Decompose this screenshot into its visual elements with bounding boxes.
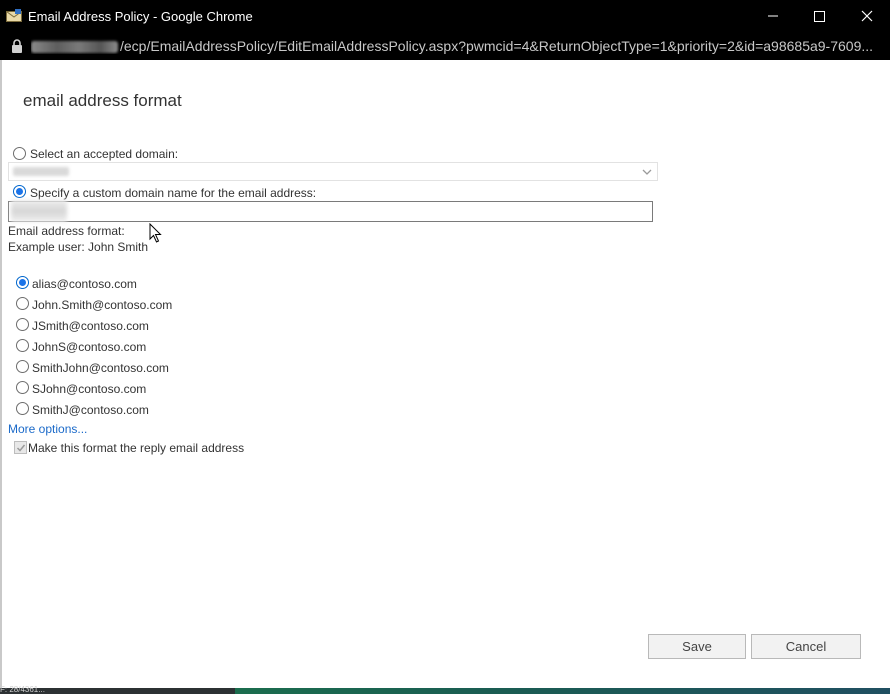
accepted-domain-label: Select an accepted domain: [30,147,179,161]
custom-domain-input[interactable] [8,200,653,222]
url-path: /ecp/EmailAddressPolicy/EditEmailAddress… [120,38,874,54]
format-option-label: SJohn@contoso.com [32,382,147,396]
format-option-label: JSmith@contoso.com [32,319,149,333]
minimize-icon [767,15,778,17]
format-option-label: JohnS@contoso.com [32,340,147,354]
redacted-custom-domain [11,200,67,222]
custom-domain-radio[interactable] [13,185,26,198]
taskbar-strip: F: 28/4361... [0,685,890,694]
format-option-label: John.Smith@contoso.com [32,298,173,312]
dialog-content: email address format Select an accepted … [0,60,890,688]
page-title: email address format [23,91,182,110]
format-radio-first-dot-last[interactable] [16,297,29,310]
cancel-button[interactable]: Cancel [751,634,861,659]
format-label: Email address format: [8,224,125,238]
window-title: Email Address Policy - Google Chrome [28,8,253,24]
mail-app-icon [6,9,22,23]
maximize-icon [814,10,825,22]
lock-icon [11,39,23,53]
browser-window: Email Address Policy - Google Chrome /ec… [0,0,890,694]
format-radio-last-initial[interactable] [16,402,29,415]
more-options-link[interactable]: More options... [8,422,87,436]
close-button[interactable] [843,0,890,32]
example-user: Example user: John Smith [8,240,149,254]
accepted-domain-select[interactable] [8,162,658,181]
chevron-down-icon [641,165,653,177]
reply-address-checkbox[interactable] [14,441,27,454]
close-icon [861,10,872,22]
format-radio-initial-first[interactable] [16,381,29,394]
format-radio-alias[interactable] [16,276,29,289]
taskbar-text: F: 28/4361... [0,685,45,694]
redacted-domain-value [13,167,69,176]
maximize-button[interactable] [796,0,843,32]
address-bar[interactable]: /ecp/EmailAddressPolicy/EditEmailAddress… [0,32,890,60]
format-option-label: alias@contoso.com [32,277,137,291]
mouse-pointer-icon [149,222,163,243]
url-host-redacted [31,41,118,54]
url-text[interactable]: /ecp/EmailAddressPolicy/EditEmailAddress… [31,38,876,54]
format-radio-last-first[interactable] [16,360,29,373]
minimize-button[interactable] [749,0,796,32]
accepted-domain-radio[interactable] [13,147,26,160]
format-option-label: SmithJ@contoso.com [32,403,149,417]
reply-address-label: Make this format the reply email address [28,441,245,455]
checkmark-icon [16,444,26,452]
format-radio-initial-last[interactable] [16,318,29,331]
format-radio-first-initial[interactable] [16,339,29,352]
taskbar-app-strip [235,688,890,694]
custom-domain-label: Specify a custom domain name for the ema… [30,186,317,200]
format-option-label: SmithJohn@contoso.com [32,361,169,375]
title-bar: Email Address Policy - Google Chrome [0,0,890,32]
save-button[interactable]: Save [648,634,746,659]
window-controls [749,0,890,32]
